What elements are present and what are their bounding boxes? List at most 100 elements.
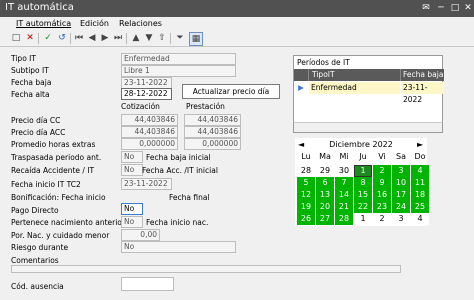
calendar-day[interactable]: 3 — [392, 165, 410, 177]
col-fecha-baja[interactable]: Fecha baja — [401, 69, 444, 81]
promedio-horas-cotizacion[interactable]: 0,000000 — [121, 138, 178, 150]
weekday-label: Lu — [301, 152, 311, 161]
refresh-icon[interactable]: ↺ — [56, 32, 68, 44]
col-tipoit[interactable]: TipoIT — [309, 69, 401, 81]
calendar-day[interactable]: 28 — [297, 165, 315, 177]
next-record-icon[interactable]: ▶ — [99, 32, 111, 44]
close-icon[interactable]: ✕ — [462, 2, 474, 14]
weekday-label: Ma — [319, 152, 331, 161]
table-row-fecha[interactable]: 23-11-2022 — [401, 82, 444, 104]
calendar-day[interactable]: 10 — [392, 177, 410, 189]
first-record-icon[interactable]: ⏮ — [73, 32, 85, 44]
riesgo-field[interactable]: No — [121, 241, 236, 253]
comentarios-label: Comentarios — [11, 256, 59, 265]
calendar-day[interactable]: 1 — [354, 165, 372, 177]
calendar-day[interactable]: 28 — [335, 213, 353, 225]
por-nac-label: Por. Nac. y cuidado menor — [11, 231, 110, 240]
actualizar-precio-button[interactable]: Actualizar precio día — [182, 84, 280, 99]
subtipo-it-label: Subtipo IT — [11, 66, 49, 75]
calendar-title: Diciembre 2022 — [329, 140, 393, 149]
calendar-day[interactable]: 2 — [373, 213, 391, 225]
nacimiento-label: Pertenece nacimiento anterior — [11, 218, 125, 227]
delete-icon[interactable]: ✕ — [24, 32, 36, 44]
weekday-label: Mi — [339, 152, 349, 161]
cotizacion-header: Cotización — [121, 102, 160, 111]
calendar-day[interactable]: 17 — [392, 189, 410, 201]
traspasada-field[interactable]: No — [121, 151, 143, 163]
promedio-horas-label: Promedio horas extras — [11, 140, 96, 149]
calendar-day[interactable]: 16 — [373, 189, 391, 201]
calendar-day[interactable]: 12 — [297, 189, 315, 201]
confirm-check-icon[interactable]: ✓ — [42, 32, 54, 44]
table-row-tipo[interactable]: Enfermedad — [309, 82, 400, 94]
fecha-acc-inicial-label: Fecha Acc. /IT inicial — [142, 166, 218, 175]
calendar-day[interactable]: 14 — [335, 189, 353, 201]
menu-edicion[interactable]: Edición — [80, 19, 109, 28]
calendar-day[interactable]: 21 — [335, 201, 353, 213]
move-top-icon[interactable]: ⇧ — [156, 32, 168, 44]
precio-dia-acc-cotizacion[interactable]: 44,403846 — [121, 126, 178, 138]
calendar-day[interactable]: 5 — [297, 177, 315, 189]
calendar-day[interactable]: 8 — [354, 177, 372, 189]
fecha-inicio-tc2-field[interactable]: 23-11-2022 — [121, 178, 172, 190]
last-record-icon[interactable]: ⏭ — [112, 32, 124, 44]
recaida-field[interactable]: No — [121, 164, 143, 176]
calendar-day[interactable]: 1 — [354, 213, 372, 225]
calendar-next-icon[interactable]: ► — [417, 138, 423, 151]
megaphone-icon[interactable]: ✉ — [420, 2, 432, 14]
calendar-day[interactable]: 27 — [316, 213, 334, 225]
calendar-day[interactable]: 13 — [316, 189, 334, 201]
toolbar: □ ✕ ✓ ↺ ⏮ ◀ ▶ ⏭ ▲ ▼ ⇧ ⏷ ▦ — [0, 31, 474, 47]
subtipo-it-field[interactable]: Libre 1 — [121, 65, 236, 77]
calendar-day[interactable]: 22 — [354, 201, 372, 213]
calendar-day[interactable]: 29 — [316, 165, 334, 177]
calendar-day[interactable]: 15 — [354, 189, 372, 201]
new-document-icon[interactable]: □ — [10, 32, 22, 44]
precio-dia-cc-prestacion[interactable]: 44,403846 — [184, 114, 241, 126]
calendar-day[interactable]: 6 — [316, 177, 334, 189]
calendar-day[interactable]: 2 — [373, 165, 391, 177]
bonificacion-label: Bonificación: Fecha inicio — [11, 193, 106, 202]
weekday-label: Vi — [378, 152, 386, 161]
pago-directo-field[interactable]: No — [121, 203, 143, 215]
recaida-label: Recaída Accidente / IT — [11, 166, 95, 175]
pago-directo-label: Pago Directo — [11, 206, 59, 215]
fecha-alta-field[interactable]: 28-12-2022 — [121, 88, 172, 100]
filter-icon[interactable]: ⏷ — [174, 32, 186, 44]
calendar-day[interactable]: 25 — [411, 201, 429, 213]
calendar-day[interactable]: 9 — [373, 177, 391, 189]
cod-ausencia-field[interactable] — [121, 277, 174, 291]
calendar-day[interactable]: 3 — [392, 213, 410, 225]
calendar-day[interactable]: 20 — [316, 201, 334, 213]
precio-dia-acc-label: Precio día ACC — [11, 128, 66, 137]
comentarios-field[interactable] — [11, 265, 401, 273]
prev-record-icon[interactable]: ◀ — [86, 32, 98, 44]
calendar-day[interactable]: 18 — [411, 189, 429, 201]
form-view-icon[interactable]: ▦ — [189, 32, 203, 46]
calendar-day[interactable]: 4 — [411, 213, 429, 225]
menu-relaciones[interactable]: Relaciones — [119, 19, 162, 28]
riesgo-label: Riesgo durante — [11, 243, 69, 252]
promedio-horas-prestacion[interactable]: 0,000000 — [184, 138, 241, 150]
precio-dia-cc-cotizacion[interactable]: 44,403846 — [121, 114, 178, 126]
precio-dia-acc-prestacion[interactable]: 44,403846 — [184, 126, 241, 138]
nacimiento-field[interactable]: No — [121, 216, 143, 228]
calendar-day[interactable]: 19 — [297, 201, 315, 213]
calendar-day[interactable]: 30 — [335, 165, 353, 177]
maximize-icon[interactable]: □ — [449, 2, 461, 14]
por-nac-field[interactable]: 0,00 — [121, 229, 160, 241]
move-down-icon[interactable]: ▼ — [143, 32, 155, 44]
calendar-day[interactable]: 24 — [392, 201, 410, 213]
calendar-day[interactable]: 23 — [373, 201, 391, 213]
calendar-day[interactable]: 11 — [411, 177, 429, 189]
weekday-label: Sa — [396, 152, 406, 161]
fecha-inicio-tc2-label: Fecha inicio IT TC2 — [11, 180, 81, 189]
move-up-icon[interactable]: ▲ — [130, 32, 142, 44]
calendar-day[interactable]: 7 — [335, 177, 353, 189]
horizontal-scrollbar[interactable] — [294, 122, 442, 132]
menu-it-automatica[interactable]: IT automática — [16, 19, 71, 28]
minimize-icon[interactable]: ─ — [435, 2, 447, 14]
calendar-day[interactable]: 26 — [297, 213, 315, 225]
calendar-day[interactable]: 4 — [411, 165, 429, 177]
tipo-it-field[interactable]: Enfermedad — [121, 53, 236, 65]
